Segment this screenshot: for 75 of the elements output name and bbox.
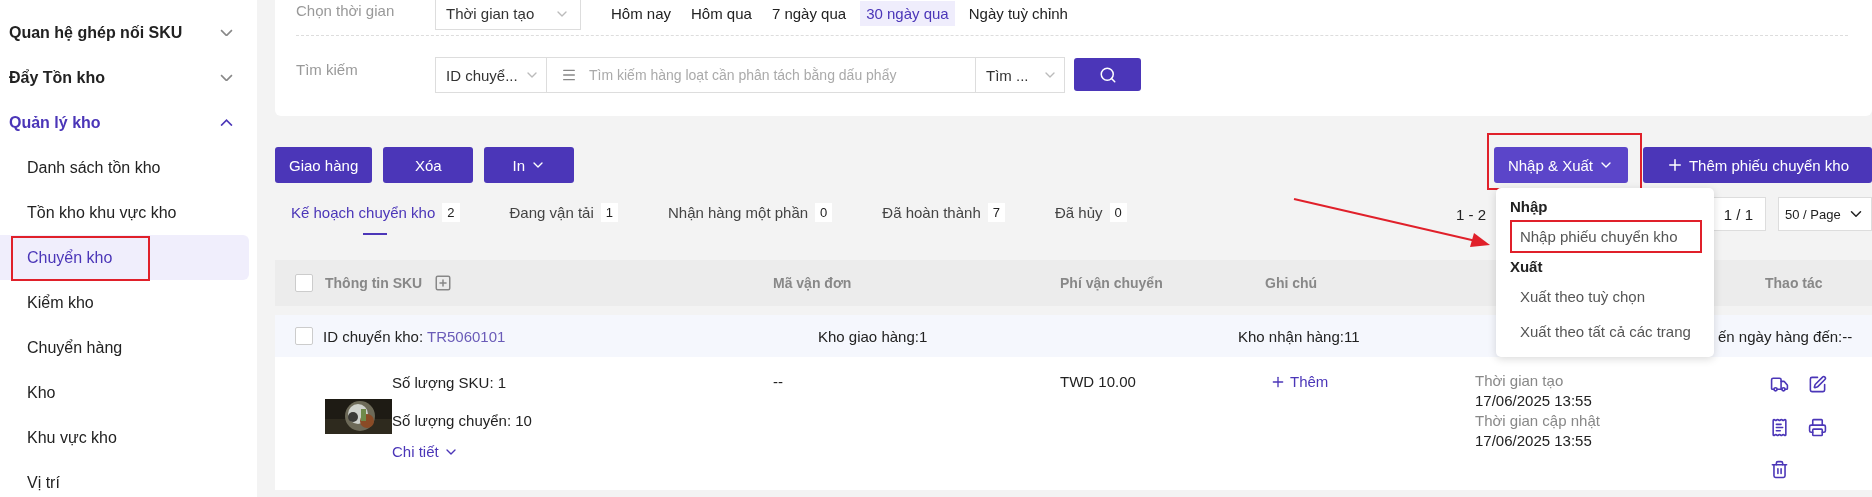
column-header: Mã vận đơn bbox=[773, 275, 853, 291]
status-tab[interactable]: Nhận hàng một phần 0 bbox=[668, 194, 833, 234]
mode-select[interactable]: Tìm ... bbox=[975, 57, 1065, 93]
plus-icon[interactable] bbox=[434, 274, 453, 292]
add-button[interactable]: Thêm phiếu chuyển kho bbox=[1643, 147, 1872, 183]
tracking-cell-text: -- bbox=[773, 373, 784, 392]
add-note-link[interactable]: Thêm bbox=[1270, 373, 1475, 390]
column-header: Phí vận chuyển bbox=[1060, 275, 1164, 291]
status-tab[interactable]: Đã hoàn thành 7 bbox=[882, 194, 1005, 234]
page-range: 1 - 2 bbox=[1456, 205, 1486, 223]
count-badge: 0 bbox=[1109, 203, 1127, 222]
menu-item[interactable]: Xuất theo tuỳ chọn bbox=[1495, 279, 1714, 314]
to-warehouse: Kho nhận hàng:11 bbox=[1238, 327, 1360, 345]
count-badge: 2 bbox=[442, 203, 460, 222]
count-badge: 1 bbox=[600, 203, 618, 222]
sidebar-group[interactable]: Quản lý kho bbox=[0, 100, 257, 145]
column-header: Thao tác bbox=[1764, 275, 1824, 291]
receipt-icon[interactable] bbox=[1770, 417, 1789, 437]
sku-count: Số lượng SKU: 1 bbox=[392, 373, 508, 393]
page-size-select[interactable]: 50 / Page bbox=[1778, 197, 1872, 231]
sidebar-item[interactable]: Kiểm kho bbox=[0, 280, 249, 325]
sidebar-item[interactable]: Chuyển kho bbox=[0, 235, 249, 280]
date-chip[interactable]: 30 ngày qua bbox=[860, 1, 955, 26]
time-value: 17/06/2025 13:55 bbox=[1475, 431, 1593, 451]
checkbox[interactable] bbox=[295, 327, 313, 345]
sidebar-item[interactable]: Khu vực kho bbox=[0, 415, 249, 460]
menu-item[interactable]: Xuất theo tất cả các trang bbox=[1495, 314, 1714, 349]
status-tab[interactable]: Đang vận tải 1 bbox=[509, 194, 618, 234]
date-chip[interactable]: Ngày tuỳ chỉnh bbox=[962, 1, 1074, 26]
sidebar-item[interactable]: Chuyển hàng bbox=[0, 325, 249, 370]
chevron-up-icon bbox=[220, 118, 233, 127]
transfer-quantity: Số lượng chuyển: 10 bbox=[392, 411, 532, 431]
status-tab[interactable]: Kế hoạch chuyển kho 2 bbox=[291, 194, 460, 234]
action-button[interactable]: Xóa bbox=[383, 147, 474, 183]
time-select[interactable]: Thời gian tạo bbox=[435, 0, 581, 30]
printer-icon[interactable] bbox=[1808, 417, 1827, 437]
sidebar-item[interactable]: Kho bbox=[0, 370, 249, 415]
edit-icon[interactable] bbox=[1808, 375, 1827, 394]
transfer-id: ID chuyển kho: TR5060101 bbox=[323, 327, 506, 345]
action-button[interactable]: Giao hàng bbox=[275, 147, 373, 183]
status-tab[interactable]: Đã hủy 0 bbox=[1055, 194, 1127, 234]
column-header: Thông tin SKU bbox=[325, 275, 423, 291]
column-header: Ghi chú bbox=[1265, 275, 1319, 291]
time-value: 17/06/2025 13:55 bbox=[1475, 391, 1593, 411]
menu-section-title: Nhập bbox=[1508, 197, 1549, 217]
filter-label: Tìm kiếm bbox=[296, 61, 359, 78]
date-chip[interactable]: Hôm nay bbox=[605, 1, 678, 26]
dropdown-button[interactable]: In bbox=[484, 147, 575, 183]
sidebar-item[interactable]: Vị trí bbox=[0, 460, 249, 497]
time-label: Thời gian cập nhật bbox=[1475, 411, 1601, 431]
checkbox[interactable] bbox=[295, 274, 313, 292]
from-warehouse: Kho giao hàng:1 bbox=[818, 327, 928, 345]
filter-label: Chọn thời gian bbox=[296, 2, 396, 19]
sidebar-item[interactable]: Tồn kho khu vực kho bbox=[0, 190, 249, 235]
sidebar-item[interactable]: Danh sách tồn kho bbox=[0, 145, 249, 190]
date-chip[interactable]: 7 ngày qua bbox=[765, 1, 853, 26]
date-chip[interactable]: Hôm qua bbox=[685, 1, 758, 26]
detail-link[interactable]: Chi tiết bbox=[392, 443, 532, 460]
chevron-down-icon bbox=[220, 28, 233, 37]
time-label: Thời gian tạo bbox=[1475, 371, 1565, 391]
trash-icon[interactable] bbox=[1770, 460, 1789, 480]
menu-section-title: Xuất bbox=[1508, 257, 1544, 277]
search-icon bbox=[1098, 65, 1117, 84]
type-select[interactable]: ID chuyể... bbox=[435, 57, 547, 93]
count-badge: 7 bbox=[987, 203, 1005, 222]
fee-cell-text: TWD 10.00 bbox=[1060, 373, 1137, 392]
list-icon bbox=[561, 67, 577, 83]
dropdown-button[interactable]: Nhập & Xuất bbox=[1493, 147, 1628, 183]
eta-text: ến ngày hàng đến:-- bbox=[1718, 327, 1853, 345]
search-button[interactable] bbox=[1074, 58, 1141, 91]
sidebar-group[interactable]: Đẩy Tồn kho bbox=[0, 55, 257, 100]
chevron-down-icon bbox=[220, 73, 233, 82]
sidebar-group[interactable]: Quan hệ ghép nối SKU bbox=[0, 10, 257, 55]
truck-icon[interactable] bbox=[1770, 375, 1789, 394]
count-badge: 0 bbox=[815, 203, 833, 222]
